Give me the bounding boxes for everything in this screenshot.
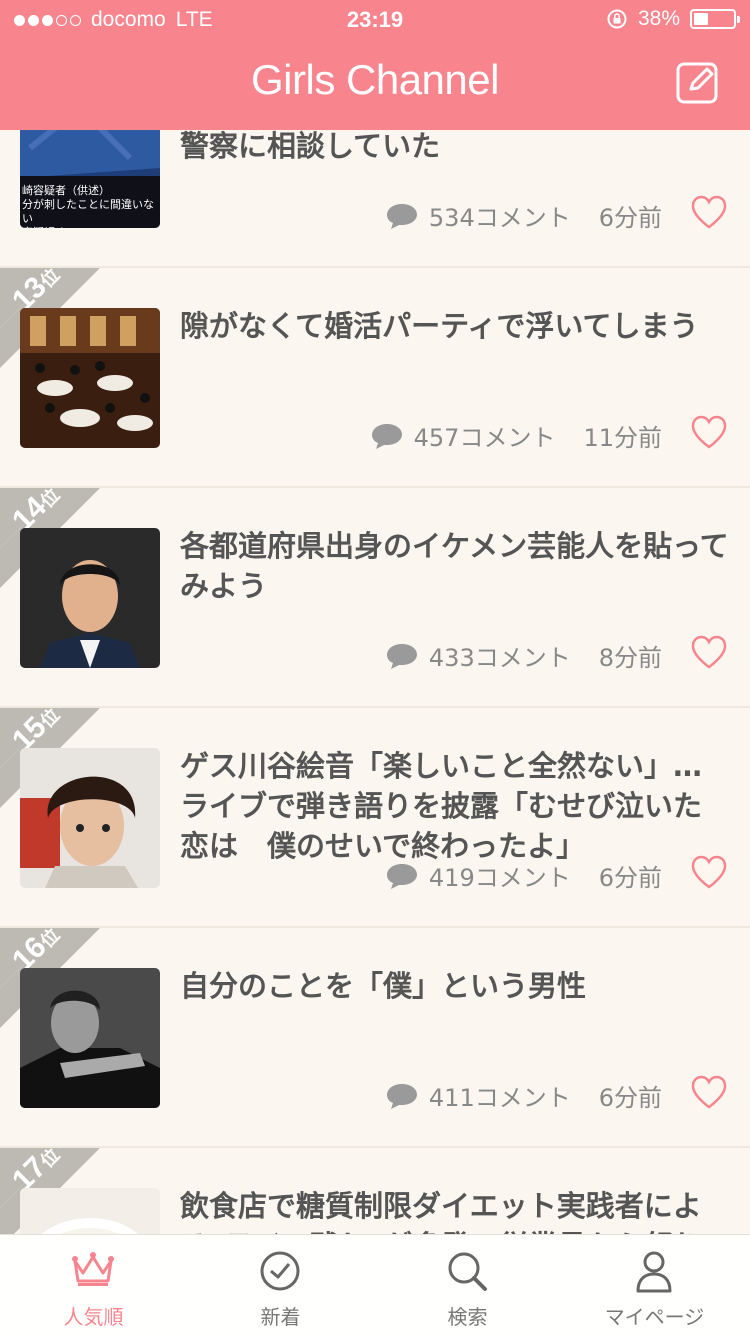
favorite-heart-icon[interactable] (690, 1074, 728, 1110)
comment-icon (386, 863, 417, 889)
crown-icon (72, 1252, 114, 1286)
battery-icon (690, 9, 740, 29)
topic-thumbnail (20, 1188, 160, 1234)
list-item[interactable]: 17位 飲食店で糖質制限ダイエット実践者による"ライス残し"が多発…従業員から怒… (0, 1148, 750, 1234)
post-time: 11分前 (583, 424, 662, 452)
comment-count: 457コメント (413, 424, 556, 452)
tab-popular[interactable]: 人気順 (0, 1235, 187, 1334)
tab-mypage[interactable]: マイページ (561, 1235, 748, 1334)
post-time: 6分前 (598, 1084, 662, 1112)
comment-count: 433コメント (428, 644, 571, 672)
topic-thumbnail (20, 308, 160, 448)
comment-icon (371, 423, 402, 449)
comment-icon (386, 203, 417, 229)
comment-icon (386, 643, 417, 669)
favorite-heart-icon[interactable] (690, 194, 728, 230)
topic-title[interactable]: 自分のことを「僕」という男性 (180, 966, 730, 1006)
app-title: Girls Channel (251, 56, 499, 103)
topic-thumbnail (20, 528, 160, 668)
favorite-heart-icon[interactable] (690, 414, 728, 450)
topic-list[interactable]: 崎容疑者（供述） 分が刺したことに間違いない 容疑認め ト返され憤慨、駅で待ち伏… (0, 130, 750, 1234)
topic-title[interactable]: 飲食店で糖質制限ダイエット実践者による"ライス残し"が多発…従業員から怒りと困惑… (180, 1186, 730, 1234)
tab-search[interactable]: 検索 (374, 1235, 561, 1334)
list-item[interactable]: 14位 各都道府県出身のイケメン芸能人を貼ってみよう 433コメント 8分前 (0, 488, 750, 708)
rotation-lock-icon (607, 9, 627, 29)
favorite-heart-icon[interactable] (690, 854, 728, 890)
thumbnail-caption: 崎容疑者（供述） 分が刺したことに間違いない 容疑認め (22, 184, 154, 228)
topic-thumbnail (20, 968, 160, 1108)
tab-label: 人気順 (63, 1305, 124, 1329)
search-icon (448, 1252, 487, 1291)
topic-thumbnail: 崎容疑者（供述） 分が刺したことに間違いない 容疑認め (20, 130, 160, 228)
comment-count: 419コメント (428, 864, 571, 892)
person-icon (636, 1251, 672, 1293)
favorite-heart-icon[interactable] (690, 634, 728, 670)
list-item[interactable]: 13位 隙がなくて婚活パーティで浮いてしまう 457コメント 11分前 (0, 268, 750, 488)
post-time: 6分前 (598, 204, 662, 232)
compose-button[interactable] (676, 60, 720, 104)
post-time: 8分前 (598, 644, 662, 672)
clock-icon (260, 1251, 300, 1291)
list-item[interactable]: 崎容疑者（供述） 分が刺したことに間違いない 容疑認め ト返され憤慨、駅で待ち伏… (0, 130, 750, 268)
topic-title[interactable]: 隙がなくて婚活パーティで浮いてしまう (180, 306, 730, 346)
topic-title[interactable]: ゲス川谷絵音「楽しいこと全然ない」…ライブで弾き語りを披露「むせび泣いた恋は 僕… (180, 746, 730, 866)
tab-bar: 人気順 新着 検索 マイページ (0, 1234, 750, 1334)
topic-thumbnail (20, 748, 160, 888)
tab-label: 新着 (260, 1305, 301, 1329)
tab-label: マイページ (604, 1305, 705, 1329)
tab-label: 検索 (447, 1305, 488, 1329)
comment-count: 534コメント (428, 204, 571, 232)
post-time: 6分前 (598, 864, 662, 892)
comment-icon (386, 1083, 417, 1109)
topic-title[interactable]: 各都道府県出身のイケメン芸能人を貼ってみよう (180, 526, 730, 606)
list-item[interactable]: 16位 自分のことを「僕」という男性 411コメント 6分前 (0, 928, 750, 1148)
status-bar: docomo LTE 23:19 38% (0, 0, 750, 40)
comment-count: 411コメント (428, 1084, 571, 1112)
nav-bar: Girls Channel (0, 40, 750, 130)
tab-new[interactable]: 新着 (187, 1235, 374, 1334)
list-item[interactable]: 15位 ゲス川谷絵音「楽しいこと全然ない」…ライブで弾き語りを披露「むせび泣いた… (0, 708, 750, 928)
topic-title[interactable]: ト返され憤慨、駅で待ち伏せ 被害者は警察に相談していた (180, 130, 730, 166)
battery-percent: 38% (637, 7, 680, 30)
